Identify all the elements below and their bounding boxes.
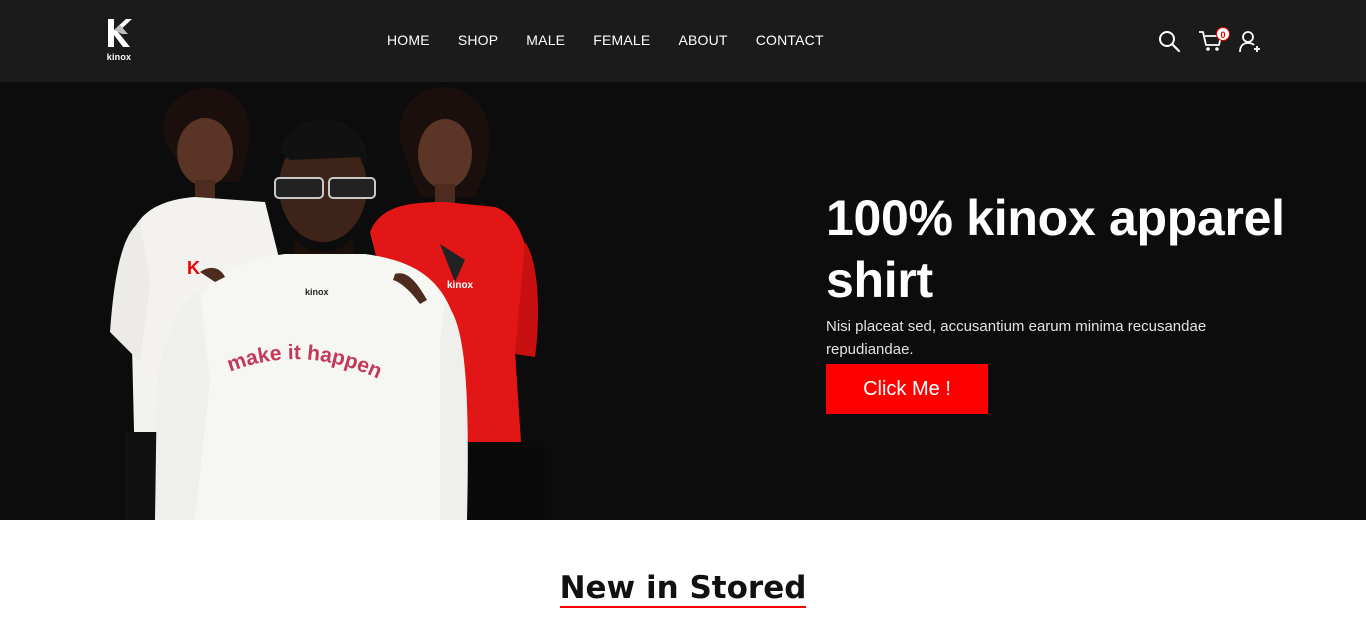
hero-title: 100% kinox apparel shirt <box>826 190 1285 308</box>
nav-shop[interactable]: SHOP <box>458 32 498 48</box>
nav-home[interactable]: HOME <box>387 32 430 48</box>
nav-male[interactable]: MALE <box>526 32 565 48</box>
svg-text:K: K <box>187 258 200 278</box>
hero-copy: 100% kinox apparel shirt Nisi placeat se… <box>826 187 1326 414</box>
brand-name: kinox <box>106 52 132 62</box>
kinox-logo-icon <box>108 19 132 47</box>
top-navbar: kinox HOME SHOP MALE FEMALE ABOUT CONTAC… <box>0 0 1366 82</box>
hero-models-image: K kinox kinox make it happen <box>110 87 545 520</box>
nav-contact[interactable]: CONTACT <box>756 32 824 48</box>
hero-banner: K kinox kinox make it happen 100% kinox … <box>0 82 1366 520</box>
hero-cta-button[interactable]: Click Me ! <box>826 364 988 414</box>
shirt-brand-print: kinox <box>447 280 474 291</box>
new-in-section-header: New in Stored <box>0 570 1366 608</box>
search-icon[interactable] <box>1156 28 1182 54</box>
nav-female[interactable]: FEMALE <box>593 32 650 48</box>
nav-about[interactable]: ABOUT <box>678 32 727 48</box>
hero-subtitle: Nisi placeat sed, accusantium earum mini… <box>826 318 1207 358</box>
cart-icon[interactable]: 0 <box>1198 27 1230 54</box>
brand-logo[interactable]: kinox <box>100 16 138 64</box>
main-nav: HOME SHOP MALE FEMALE ABOUT CONTACT <box>373 32 838 48</box>
sweater-brand-print: kinox <box>305 287 329 297</box>
section-title: New in Stored <box>559 570 807 608</box>
add-user-icon[interactable] <box>1238 28 1264 54</box>
cart-count-badge: 0 <box>1216 27 1230 41</box>
